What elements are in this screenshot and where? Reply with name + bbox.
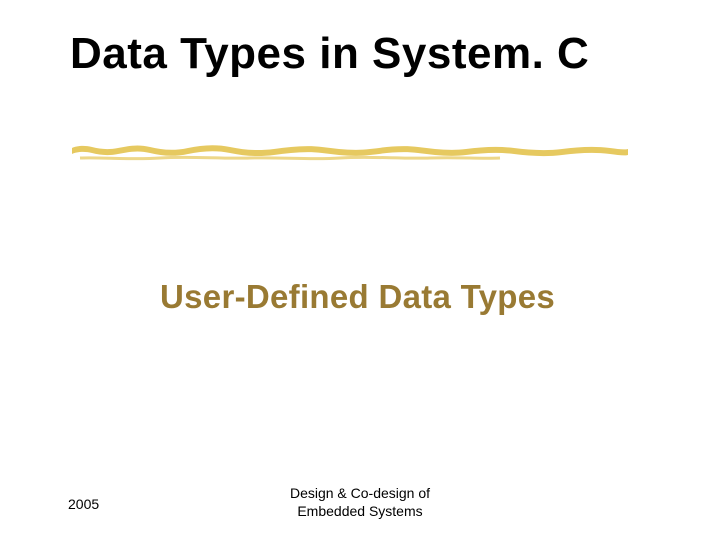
- slide: Data Types in System. C User-Defined Dat…: [0, 0, 720, 540]
- brush-underline-icon: [70, 138, 630, 164]
- slide-title: Data Types in System. C: [70, 30, 589, 78]
- footer-line2: Embedded Systems: [297, 503, 422, 519]
- slide-subtitle: User-Defined Data Types: [160, 278, 555, 316]
- footer-line1: Design & Co-design of: [290, 485, 430, 501]
- footer-center: Design & Co-design of Embedded Systems: [0, 485, 720, 520]
